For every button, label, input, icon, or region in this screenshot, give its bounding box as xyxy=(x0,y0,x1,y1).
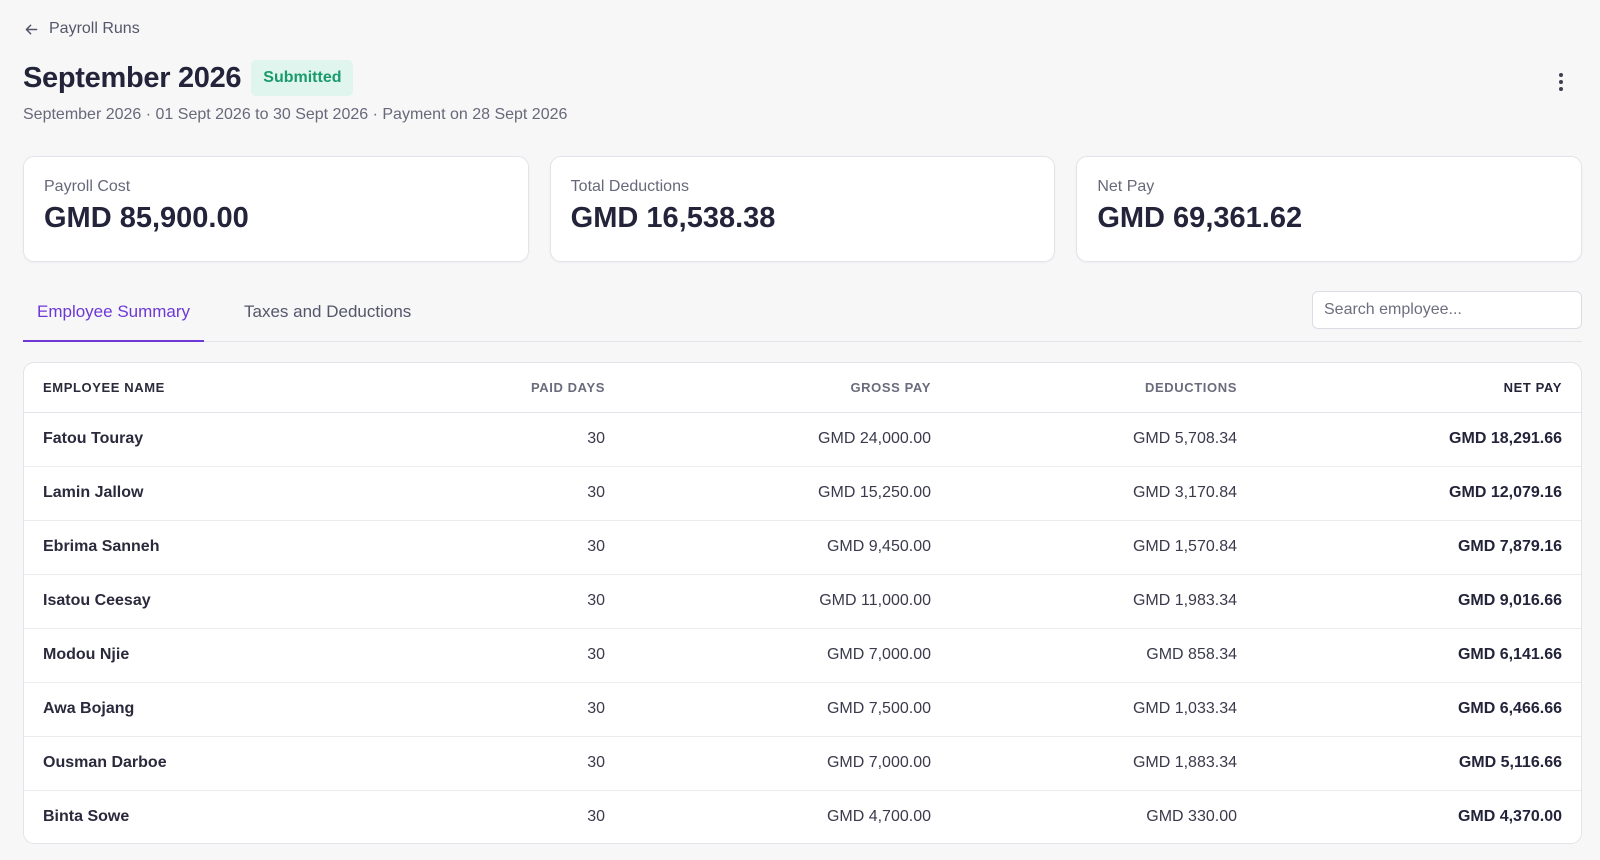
status-badge: Submitted xyxy=(251,60,354,96)
payroll-run-page: Payroll Runs September 2026 Submitted Se… xyxy=(0,0,1600,860)
paid-days: 30 xyxy=(587,754,605,771)
deductions: GMD 3,170.84 xyxy=(1132,484,1237,501)
net-pay: GMD 7,879.16 xyxy=(1457,538,1562,555)
deductions: GMD 858.34 xyxy=(1146,646,1237,663)
net-pay: GMD 6,141.66 xyxy=(1457,646,1562,663)
employee-name: Awa Bojang xyxy=(43,700,135,717)
employee-table: Employee Name Paid Days Gross Pay Deduct… xyxy=(23,362,1582,844)
employee-name: Ebrima Sanneh xyxy=(43,538,160,555)
gross-pay: GMD 7,000.00 xyxy=(826,646,931,663)
column-header-deductions[interactable]: Deductions xyxy=(950,363,1256,412)
deductions: GMD 1,033.34 xyxy=(1132,700,1237,717)
table-row[interactable]: Lamin Jallow 30 GMD 15,250.00 GMD 3,170.… xyxy=(24,466,1581,520)
net-pay: GMD 18,291.66 xyxy=(1449,430,1562,447)
stat-label: Total Deductions xyxy=(570,178,689,195)
gross-pay: GMD 7,500.00 xyxy=(826,700,931,717)
employee-name: Fatou Touray xyxy=(43,430,144,447)
gross-pay: GMD 7,000.00 xyxy=(826,754,931,771)
net-pay-card: Net Pay GMD 69,361.62 xyxy=(1076,156,1583,262)
page-title: September 2026 xyxy=(23,61,242,94)
net-pay: GMD 6,466.66 xyxy=(1457,700,1562,717)
deductions: GMD 1,983.34 xyxy=(1132,592,1237,609)
table-row[interactable]: Fatou Touray 30 GMD 24,000.00 GMD 5,708.… xyxy=(24,412,1581,466)
employee-name: Lamin Jallow xyxy=(43,484,144,501)
tab-employee-summary[interactable]: Employee Summary xyxy=(23,292,205,342)
paid-days: 30 xyxy=(587,484,605,501)
table-row[interactable]: Modou Njie 30 GMD 7,000.00 GMD 858.34 GM… xyxy=(24,628,1581,682)
column-header-employee-name[interactable]: Employee Name xyxy=(24,363,424,412)
gross-pay: GMD 4,700.00 xyxy=(826,808,931,826)
back-link[interactable]: Payroll Runs xyxy=(23,20,140,38)
paid-days: 30 xyxy=(587,592,605,609)
net-pay: GMD 4,370.00 xyxy=(1457,808,1562,826)
deductions: GMD 330.00 xyxy=(1146,808,1237,826)
gross-pay: GMD 24,000.00 xyxy=(818,430,931,447)
table-header-row: Employee Name Paid Days Gross Pay Deduct… xyxy=(24,363,1581,412)
stat-label: Net Pay xyxy=(1097,178,1155,195)
table-row[interactable]: Ousman Darboe 30 GMD 7,000.00 GMD 1,883.… xyxy=(24,736,1581,790)
employee-name: Isatou Ceesay xyxy=(43,592,151,609)
summary-cards: Payroll Cost GMD 85,900.00 Total Deducti… xyxy=(23,156,1583,262)
gross-pay: GMD 11,000.00 xyxy=(819,592,931,609)
table-row[interactable]: Awa Bojang 30 GMD 7,500.00 GMD 1,033.34 … xyxy=(24,682,1581,736)
gross-pay: GMD 9,450.00 xyxy=(826,538,931,555)
gross-pay: GMD 15,250.00 xyxy=(818,484,931,501)
net-pay: GMD 5,116.66 xyxy=(1458,754,1562,771)
employee-name: Ousman Darboe xyxy=(43,754,167,771)
total-deductions-card: Total Deductions GMD 16,538.38 xyxy=(549,156,1056,262)
stat-value: GMD 69,361.62 xyxy=(1097,202,1303,234)
deductions: GMD 1,570.84 xyxy=(1132,538,1237,555)
table-row[interactable]: Binta Sowe 30 GMD 4,700.00 GMD 330.00 GM… xyxy=(24,790,1581,843)
deductions: GMD 1,883.34 xyxy=(1132,754,1237,771)
search-input[interactable] xyxy=(1312,291,1582,329)
stat-value: GMD 16,538.38 xyxy=(570,202,776,234)
tabs-bar: Employee Summary Taxes and Deductions xyxy=(23,291,1582,342)
page-header: September 2026 Submitted xyxy=(23,60,354,96)
kebab-menu-icon xyxy=(1559,73,1563,77)
table-row[interactable]: Isatou Ceesay 30 GMD 11,000.00 GMD 1,983… xyxy=(24,574,1581,628)
tab-taxes-and-deductions[interactable]: Taxes and Deductions xyxy=(230,292,425,342)
employee-name: Binta Sowe xyxy=(43,808,130,826)
deductions: GMD 5,708.34 xyxy=(1132,430,1237,447)
table-row[interactable]: Ebrima Sanneh 30 GMD 9,450.00 GMD 1,570.… xyxy=(24,520,1581,574)
arrow-left-icon xyxy=(25,23,38,35)
column-header-gross-pay[interactable]: Gross Pay xyxy=(624,363,950,412)
payroll-cost-card: Payroll Cost GMD 85,900.00 xyxy=(23,156,529,262)
paid-days: 30 xyxy=(587,700,605,717)
more-options-button[interactable] xyxy=(1552,70,1570,94)
paid-days: 30 xyxy=(587,430,605,447)
column-header-paid-days[interactable]: Paid Days xyxy=(424,363,624,412)
employee-name: Modou Njie xyxy=(43,646,130,663)
paid-days: 30 xyxy=(587,646,605,663)
back-link-label: Payroll Runs xyxy=(49,20,140,37)
net-pay: GMD 9,016.66 xyxy=(1457,592,1562,609)
column-header-net-pay[interactable]: Net Pay xyxy=(1256,363,1581,412)
paid-days: 30 xyxy=(587,808,605,826)
stat-label: Payroll Cost xyxy=(44,178,131,195)
paid-days: 30 xyxy=(587,538,605,555)
net-pay: GMD 12,079.16 xyxy=(1449,484,1562,501)
page-subtitle: September 2026 · 01 Sept 2026 to 30 Sept… xyxy=(23,106,568,123)
stat-value: GMD 85,900.00 xyxy=(44,202,249,234)
